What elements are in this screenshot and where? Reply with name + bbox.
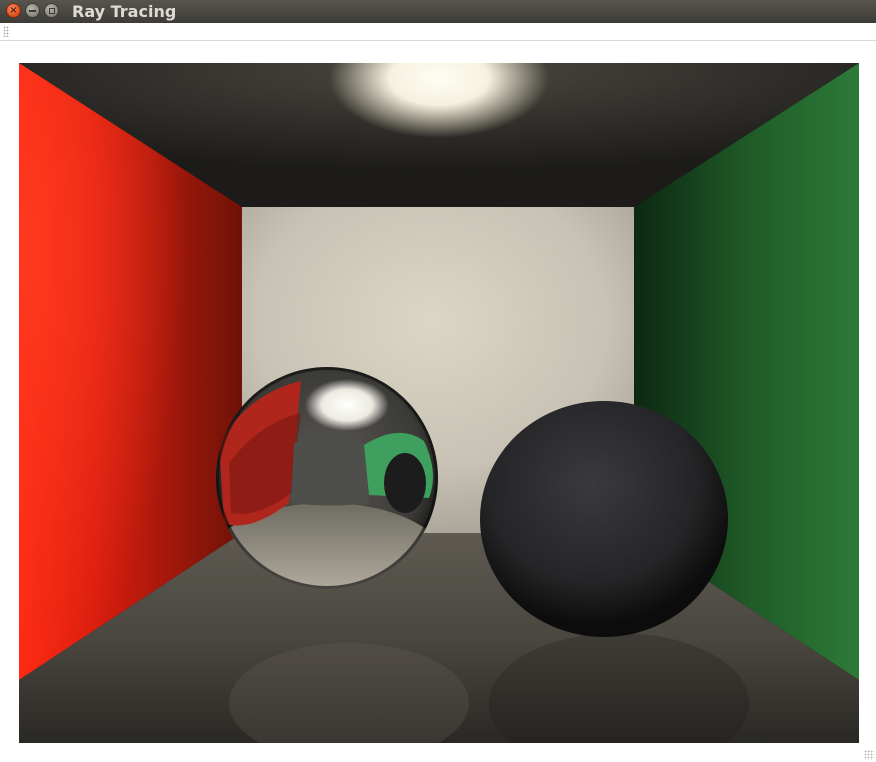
toolbar <box>0 23 876 41</box>
dark-sphere <box>480 401 728 637</box>
maximize-button[interactable] <box>44 3 59 18</box>
minimize-button[interactable] <box>25 3 40 18</box>
close-button[interactable]: × <box>6 3 21 18</box>
render-canvas <box>19 63 859 743</box>
close-icon: × <box>9 4 18 16</box>
resize-grip-icon[interactable] <box>864 750 874 760</box>
toolbar-grip-icon[interactable] <box>3 26 9 37</box>
minimize-icon <box>29 9 36 12</box>
rendered-scene <box>19 63 859 743</box>
window-title: Ray Tracing <box>72 2 177 21</box>
maximize-icon <box>48 7 55 14</box>
title-bar[interactable]: × Ray Tracing <box>0 0 876 24</box>
